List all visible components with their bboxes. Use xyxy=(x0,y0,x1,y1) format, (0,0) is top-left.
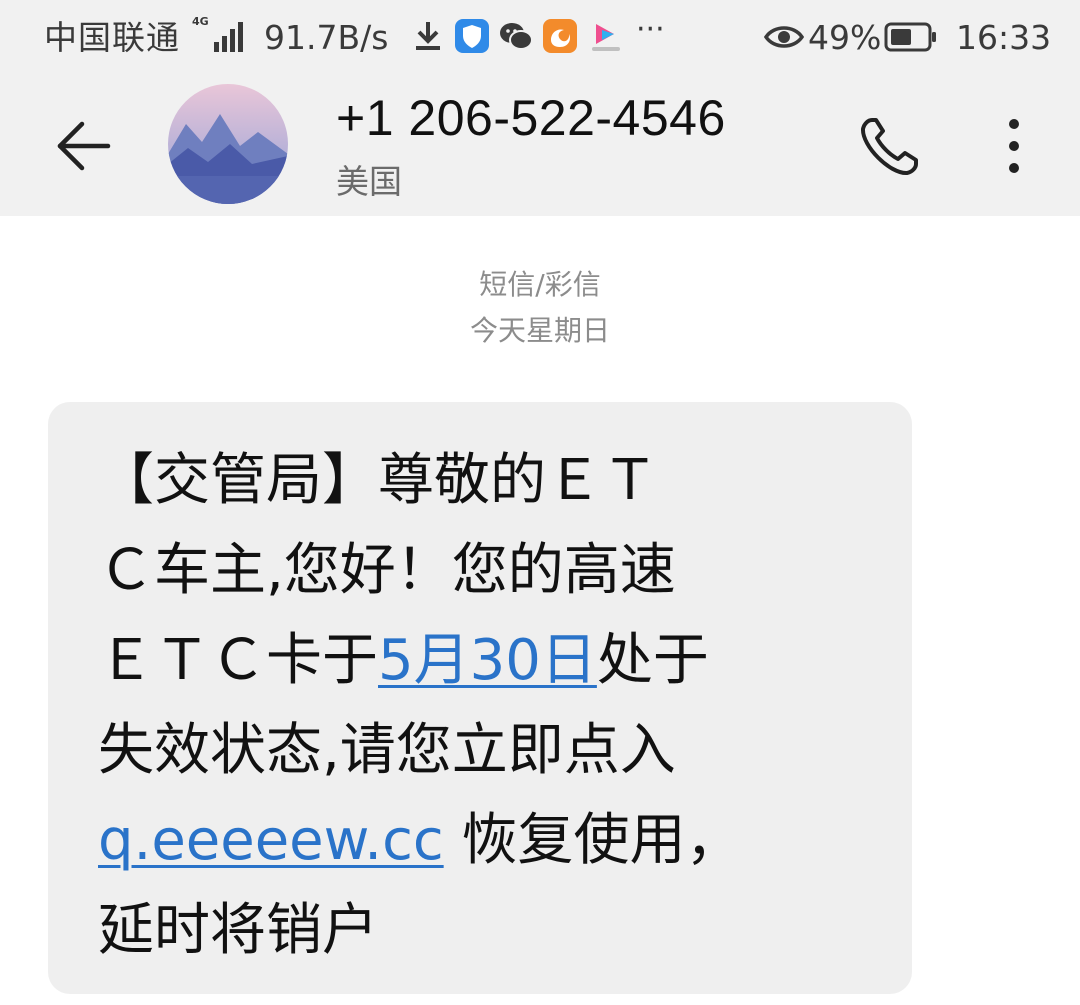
channel-label: 短信/彩信 xyxy=(479,268,601,301)
back-arrow-icon xyxy=(57,121,111,171)
eye-icon xyxy=(764,26,804,48)
uc-browser-icon xyxy=(543,19,577,53)
message-line: 延时将销户 xyxy=(98,898,378,963)
contact-region: 美国 xyxy=(336,162,402,201)
received-message-bubble[interactable]: 【交管局】尊敬的ＥＴ Ｃ车主,您好！您的高速 ＥＴＣ卡于5月30日处于 失效状态… xyxy=(48,402,912,994)
sms-screen: 中国联通 4G 91.7B/s ··· 49% 16:33 +1 206-522… xyxy=(0,0,1080,1005)
message-line: 恢复使用， xyxy=(443,808,742,873)
call-button[interactable] xyxy=(850,106,930,186)
message-line: ＥＴＣ卡于 xyxy=(98,628,378,693)
shield-app-icon xyxy=(455,19,489,53)
carrier-name: 中国联通 xyxy=(44,18,180,57)
message-line: 处于 xyxy=(596,628,709,693)
clock: 16:33 xyxy=(956,18,1052,57)
message-line: Ｃ车主,您好！您的高速 xyxy=(98,538,676,603)
message-line: 【交管局】尊敬的ＥＴ xyxy=(98,448,658,513)
back-button[interactable] xyxy=(38,106,128,186)
date-divider: 今天星期日 xyxy=(469,314,610,347)
avatar[interactable] xyxy=(168,84,288,204)
url-link[interactable]: q.eeeeew.cc xyxy=(98,808,444,873)
phone-icon xyxy=(861,118,918,175)
contact-number: +1 206-522-4546 xyxy=(336,90,726,146)
more-vert-icon xyxy=(1009,119,1019,173)
more-notifications: ··· xyxy=(636,12,665,47)
network-type: 4G xyxy=(192,15,209,28)
wechat-icon xyxy=(500,23,533,50)
status-bar: 中国联通 4G 91.7B/s ··· 49% 16:33 xyxy=(0,0,1080,78)
date-link[interactable]: 5月30日 xyxy=(378,628,597,693)
conversation-header: +1 206-522-4546 美国 xyxy=(0,78,1080,216)
signal-icon xyxy=(214,20,246,52)
more-options-button[interactable] xyxy=(986,106,1042,186)
message-line: 失效状态,请您立即点入 xyxy=(98,718,676,783)
network-speed: 91.7B/s xyxy=(264,18,389,57)
youku-icon xyxy=(592,24,620,51)
message-thread[interactable]: 短信/彩信 今天星期日 【交管局】尊敬的ＥＴ Ｃ车主,您好！您的高速 ＥＴＣ卡于… xyxy=(0,216,1080,1005)
avatar-landscape-image xyxy=(168,84,288,204)
battery-percentage: 49% xyxy=(808,18,882,57)
download-icon xyxy=(416,22,440,50)
message-text: 【交管局】尊敬的ＥＴ Ｃ车主,您好！您的高速 ＥＴＣ卡于5月30日处于 失效状态… xyxy=(98,436,838,976)
battery-icon xyxy=(884,22,936,52)
